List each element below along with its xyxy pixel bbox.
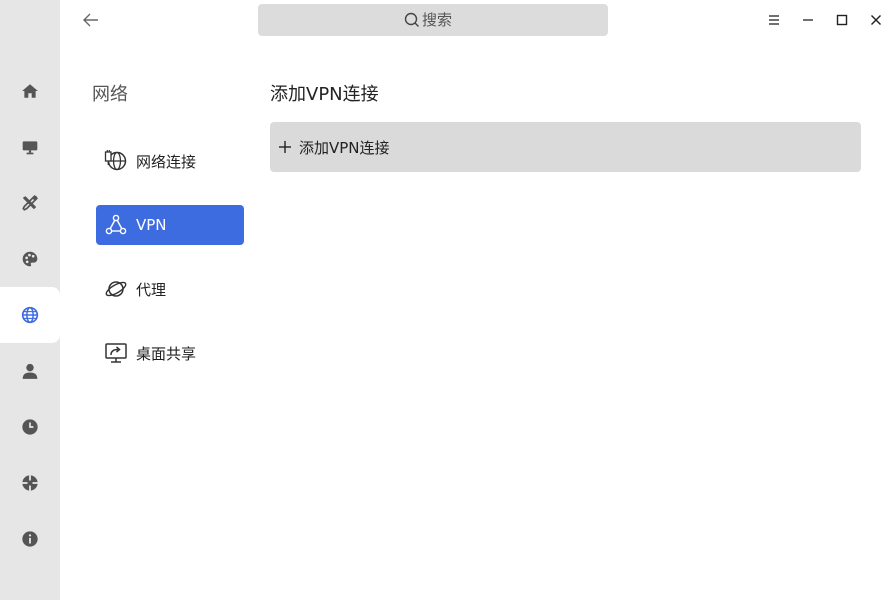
- network-connection-icon: [104, 149, 128, 173]
- nav-item-label: 网络连接: [136, 152, 197, 171]
- user-icon: [22, 363, 38, 379]
- plus-icon: [278, 140, 292, 154]
- nav-item-label: VPN: [136, 216, 167, 234]
- rail-item-system[interactable]: [0, 175, 60, 231]
- info-icon: [22, 531, 38, 547]
- maximize-button[interactable]: [829, 8, 855, 32]
- nav-item-proxy[interactable]: 代理: [96, 269, 244, 309]
- minimize-icon: [803, 19, 813, 21]
- clock-icon: [22, 419, 38, 435]
- nav-item-network-connection[interactable]: 网络连接: [96, 141, 244, 181]
- rail-item-personalization[interactable]: [0, 231, 60, 287]
- desktop-share-icon: [104, 341, 128, 365]
- content-title: 添加VPN连接: [270, 84, 379, 105]
- minimize-button[interactable]: [795, 8, 821, 32]
- search-bar[interactable]: [258, 4, 608, 36]
- rail-item-home[interactable]: [0, 63, 60, 119]
- vpn-icon: [104, 213, 128, 237]
- back-button[interactable]: [78, 8, 104, 32]
- update-icon: [22, 475, 38, 491]
- nav-item-label: 桌面共享: [136, 344, 197, 363]
- search-icon: [404, 12, 419, 27]
- home-icon: [22, 84, 38, 98]
- palette-icon: [22, 251, 38, 267]
- arrow-left-icon: [83, 13, 98, 27]
- add-vpn-button[interactable]: 添加VPN连接: [270, 122, 861, 172]
- search-input[interactable]: [422, 11, 462, 29]
- add-vpn-label: 添加VPN连接: [299, 138, 390, 157]
- rail-item-network[interactable]: [0, 287, 60, 343]
- rail-item-accounts[interactable]: [0, 343, 60, 399]
- section-title: 网络: [92, 84, 128, 105]
- rail-item-update[interactable]: [0, 455, 60, 511]
- rail-item-about[interactable]: [0, 511, 60, 567]
- nav-item-desktop-share[interactable]: 桌面共享: [96, 333, 244, 373]
- category-rail: [0, 0, 60, 600]
- close-button[interactable]: [863, 8, 889, 32]
- nav-item-label: 代理: [136, 280, 167, 299]
- settings-window: 网络 网络连接 VPN 代理 桌面共享 添加VPN连接 添加VPN连接: [0, 0, 895, 600]
- rail-item-display[interactable]: [0, 119, 60, 175]
- tools-icon: [22, 195, 38, 211]
- menu-button[interactable]: [761, 8, 787, 32]
- proxy-planet-icon: [104, 277, 128, 301]
- monitor-icon: [22, 141, 38, 155]
- hamburger-menu-icon: [769, 15, 779, 25]
- globe-icon: [21, 306, 39, 324]
- maximize-icon: [836, 14, 848, 26]
- close-icon: [871, 15, 881, 25]
- rail-item-datetime[interactable]: [0, 399, 60, 455]
- nav-item-vpn[interactable]: VPN: [96, 205, 244, 245]
